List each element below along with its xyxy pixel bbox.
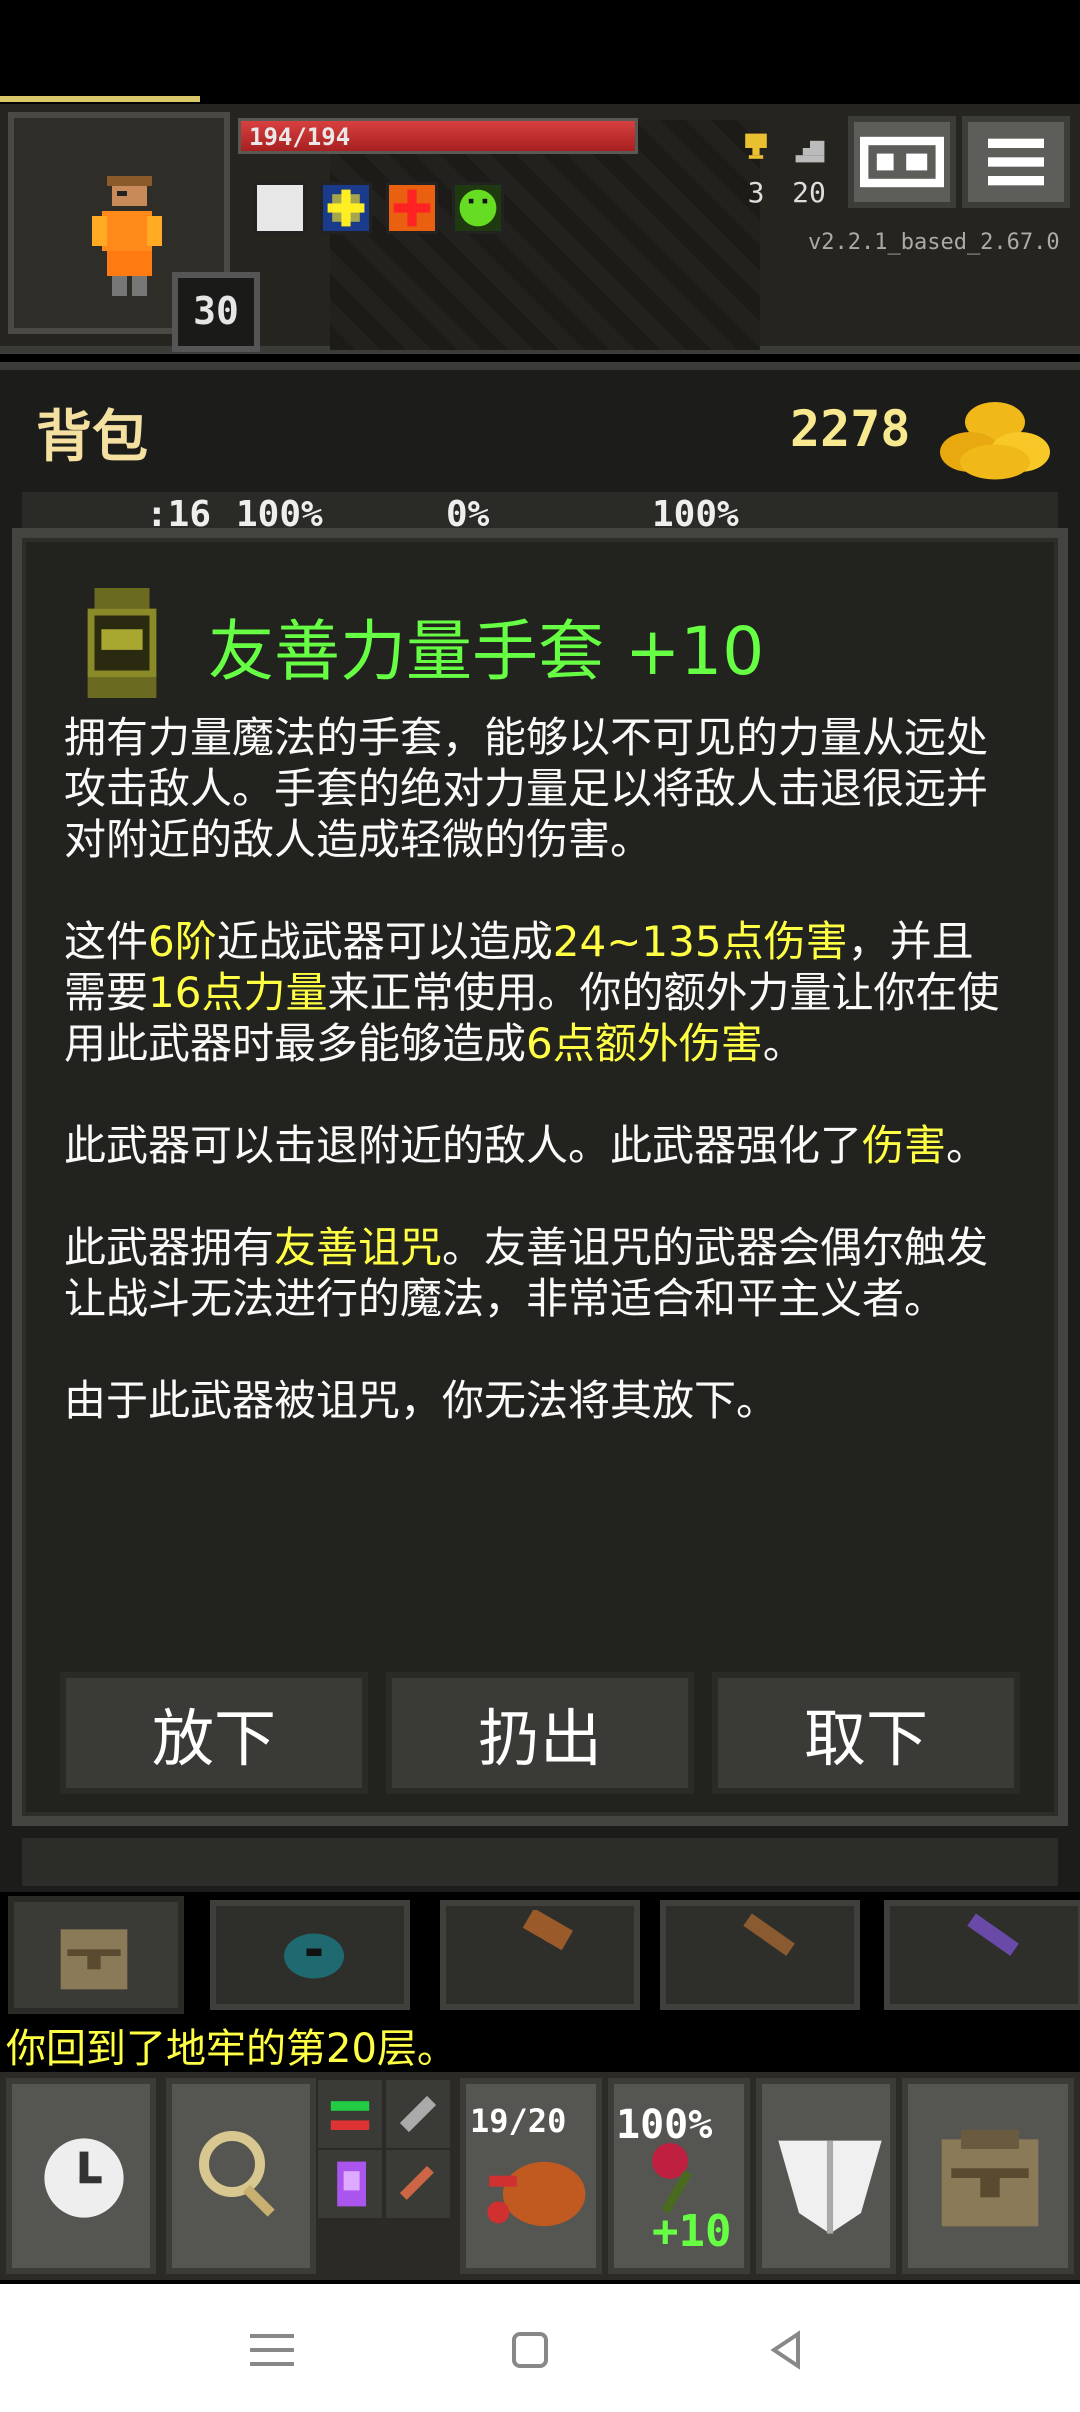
unequip-button[interactable]: 取下 bbox=[712, 1672, 1020, 1794]
inventory-button[interactable] bbox=[902, 2078, 1074, 2274]
shield-icon bbox=[778, 2140, 882, 2234]
clock-icon bbox=[44, 2138, 124, 2218]
quickslot-book[interactable] bbox=[318, 2150, 382, 2218]
back-icon[interactable] bbox=[766, 2330, 806, 2370]
bag-tab-wands[interactable] bbox=[660, 1900, 860, 2010]
journal-icon bbox=[860, 136, 944, 188]
text: 此武器可以击退附近的敌人。此武器强化了 bbox=[64, 1121, 863, 1170]
bag-tab-backpack[interactable] bbox=[8, 1896, 184, 2014]
toxic-icon[interactable] bbox=[452, 182, 504, 234]
quickslot-wand-1[interactable] bbox=[386, 2080, 450, 2148]
trophy-icon bbox=[745, 133, 767, 159]
gloves-icon bbox=[87, 588, 157, 698]
curse-highlight: 友善诅咒 bbox=[274, 1223, 443, 1272]
food-count: 19/20 bbox=[470, 2102, 567, 2140]
wand-icon bbox=[399, 2165, 434, 2200]
status-bar bbox=[0, 0, 1080, 96]
damage-highlight: 24~135点伤害 bbox=[552, 917, 848, 966]
hp-text: 194/194 bbox=[249, 123, 351, 151]
quickslot-shield[interactable] bbox=[756, 2078, 896, 2274]
backpack-title: 背包 bbox=[36, 405, 148, 470]
gold-amount: 2278 bbox=[790, 400, 911, 458]
meat-icon bbox=[487, 2161, 586, 2227]
strength-highlight: 16点力量 bbox=[148, 968, 328, 1017]
backpack-slot-strip bbox=[22, 1838, 1058, 1886]
pouch-icon bbox=[284, 1933, 344, 1979]
bag-tab-seeds[interactable] bbox=[210, 1900, 410, 2010]
hero-sprite-icon bbox=[92, 176, 162, 296]
gold-coins-icon bbox=[940, 402, 1050, 480]
bonus-highlight: 6点额外伤害 bbox=[526, 1019, 763, 1068]
scroll-holder-icon bbox=[522, 1910, 573, 1951]
bless-icon[interactable] bbox=[386, 182, 438, 234]
menu-icon bbox=[988, 138, 1044, 186]
stairs-icon bbox=[795, 140, 825, 163]
wand-holster-icon bbox=[743, 1913, 795, 1956]
item-title: 友善力量手套 +10 bbox=[208, 613, 765, 690]
experience-bar bbox=[0, 96, 200, 102]
depth-number: 20 bbox=[792, 176, 826, 209]
swap-icon bbox=[330, 2101, 370, 2130]
throw-button[interactable]: 扔出 bbox=[386, 1672, 694, 1794]
desc-paragraph-4: 此武器拥有友善诅咒。友善诅咒的武器会偶尔触发让战斗无法进行的魔法，非常适合和平主… bbox=[64, 1222, 1014, 1324]
desc-paragraph-2: 这件6阶近战武器可以造成24~135点伤害，并且需要16点力量来正常使用。你的额… bbox=[64, 916, 1014, 1069]
dungeon-view bbox=[330, 120, 760, 350]
item-description: 拥有力量魔法的手套，能够以不可见的力量从远处攻击敌人。手套的绝对力量足以将敌人击… bbox=[64, 712, 1014, 1477]
wait-button[interactable] bbox=[6, 2078, 156, 2274]
drop-button[interactable]: 放下 bbox=[60, 1672, 368, 1794]
desc-paragraph-3: 此武器可以击退附近的敌人。此武器强化了伤害。 bbox=[64, 1120, 1014, 1171]
enchant-highlight: 伤害 bbox=[862, 1121, 947, 1170]
text: 此武器拥有 bbox=[64, 1223, 275, 1272]
depth-stat[interactable]: 20 bbox=[774, 130, 844, 209]
search-button[interactable] bbox=[166, 2078, 316, 2274]
potion-bandolier-icon bbox=[967, 1913, 1019, 1956]
bag-tab-potions[interactable] bbox=[884, 1900, 1080, 2010]
recents-icon[interactable] bbox=[250, 2330, 294, 2370]
speech-bubble-icon[interactable] bbox=[254, 182, 306, 234]
home-icon[interactable] bbox=[510, 2330, 550, 2370]
menu-button[interactable] bbox=[962, 116, 1070, 208]
quickslot-swap[interactable] bbox=[318, 2080, 382, 2148]
game-log: 你回到了地牢的第20层。 bbox=[6, 2026, 457, 2072]
wand-icon bbox=[399, 2095, 437, 2133]
spellbook-icon bbox=[337, 2161, 366, 2207]
text: 这件 bbox=[64, 917, 149, 966]
desc-paragraph-1: 拥有力量魔法的手套，能够以不可见的力量从远处攻击敌人。手套的绝对力量足以将敌人击… bbox=[64, 713, 989, 864]
light-icon[interactable] bbox=[320, 182, 372, 234]
item-action-row: 放下 扔出 取下 bbox=[60, 1672, 1020, 1794]
tier-highlight: 6阶 bbox=[148, 917, 217, 966]
hp-bar: 194/194 bbox=[238, 118, 638, 154]
hero-level: 30 bbox=[172, 272, 260, 352]
text: 。 bbox=[946, 1121, 989, 1170]
version-label: v2.2.1_based_2.67.0 bbox=[808, 230, 1060, 255]
backpack-icon bbox=[60, 1929, 128, 1990]
text: 近战武器可以造成 bbox=[216, 917, 553, 966]
desc-paragraph-5: 由于此武器被诅咒，你无法将其放下。 bbox=[64, 1376, 779, 1425]
weapon-upgrade: +10 bbox=[652, 2206, 732, 2257]
search-icon bbox=[199, 2131, 275, 2217]
journal-button[interactable] bbox=[848, 116, 956, 208]
quickslot-wand-2[interactable] bbox=[386, 2150, 450, 2218]
backpack-icon bbox=[941, 2129, 1039, 2227]
text: 。 bbox=[762, 1019, 805, 1068]
weapon-charge: 100% bbox=[616, 2102, 713, 2148]
bag-tab-scrolls[interactable] bbox=[440, 1900, 640, 2010]
